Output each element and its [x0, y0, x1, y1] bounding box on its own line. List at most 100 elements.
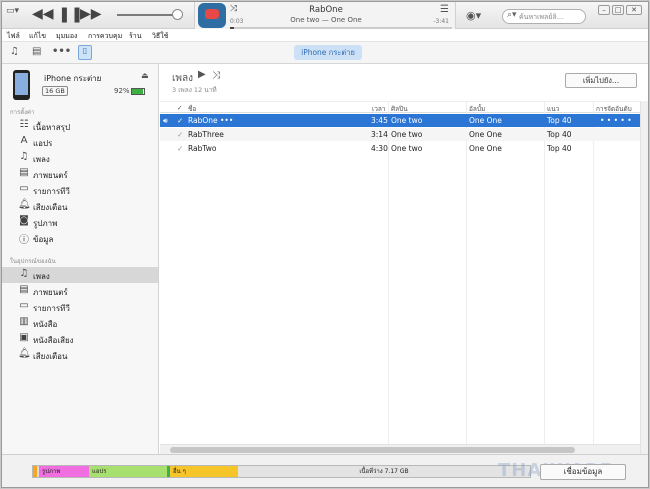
player-bar: ▭▾ ◀◀ ❚❚ ▶▶ ⤨ RabOne One two — One One 0…: [2, 2, 648, 29]
battery-icon: [131, 88, 145, 95]
menu-controls[interactable]: การควบคุม: [88, 31, 122, 42]
col-genre[interactable]: แนว: [547, 104, 559, 114]
menu-store[interactable]: ร้าน: [129, 31, 141, 42]
play-icon[interactable]: ▶: [198, 69, 206, 80]
speaker-icon: 🔊︎: [163, 116, 168, 125]
film-icon: ▤: [19, 167, 29, 178]
sidebar-item-summary[interactable]: ☷ เนื้อหาสรุป: [2, 118, 158, 134]
fast-forward-icon[interactable]: ▶▶: [80, 7, 102, 21]
col-time[interactable]: เวลา: [372, 104, 386, 114]
horizontal-scrollbar[interactable]: [160, 444, 640, 454]
page-subtitle: 3 เพลง 12 นาที: [172, 86, 217, 94]
page-title: เพลง: [172, 73, 194, 84]
remaining-time: -3:41: [433, 18, 449, 25]
more-icon[interactable]: •••: [220, 116, 233, 125]
cell-genre: Top 40: [547, 116, 572, 125]
volume-knob[interactable]: [172, 9, 183, 20]
capacity-segment-photos: รูปภาพ: [39, 466, 89, 477]
sidebar-item-device-tv[interactable]: ▭ รายการทีวี: [2, 299, 158, 315]
row-check-icon[interactable]: ✓: [177, 116, 183, 125]
battery-fill: [132, 89, 144, 94]
sidebar-item-tones[interactable]: 🔔︎ เสียงเตือน: [2, 198, 158, 214]
menu-edit[interactable]: แก้ไข: [29, 31, 46, 42]
col-check-icon[interactable]: ✓: [177, 104, 182, 112]
apps-icon: A: [20, 135, 28, 146]
cell-rating[interactable]: • • • • •: [600, 116, 632, 125]
table-row[interactable]: 🔊︎ ✓ RabOne ••• 3:45 One two One One Top…: [160, 114, 640, 127]
more-icon[interactable]: •••: [52, 46, 71, 57]
menu-bar: ไฟล์ แก้ไข มุมมอง การควบคุม ร้าน วิธีใช้: [2, 29, 648, 42]
main-panel: เพลง ▶ ⤨ 3 เพลง 12 นาที เพิ่มไปยัง... ✓ …: [160, 64, 648, 456]
sidebar-item-label: ภาพยนตร์: [33, 171, 68, 180]
table-row[interactable]: ✓ RabTwo 4:30 One two One One Top 40: [160, 142, 640, 155]
col-rating[interactable]: การจัดอันดับ: [596, 104, 632, 114]
summary-icon: ☷: [19, 119, 29, 130]
sidebar-item-photos[interactable]: ◙ รูปภาพ: [2, 214, 158, 230]
minimize-button[interactable]: –: [598, 5, 610, 15]
search-placeholder: ค้นหาเพลย์ลิ...: [519, 13, 564, 21]
sidebar-item-music[interactable]: ♫ เพลง: [2, 150, 158, 166]
volume-slider[interactable]: [117, 14, 177, 16]
sidebar-item-device-audiobooks[interactable]: ▣ หนังสือเสียง: [2, 331, 158, 347]
device-icon[interactable]: ▯: [78, 45, 92, 60]
bell-icon: 🔔︎: [18, 199, 31, 210]
capacity-badge: 16 GB: [42, 86, 68, 96]
iphone-icon: [13, 70, 30, 100]
menu-view[interactable]: มุมมอง: [56, 31, 77, 42]
col-album[interactable]: อัลบั้ม: [469, 104, 485, 114]
sidebar-item-label: หนังสือเสียง: [33, 336, 74, 345]
sidebar-item-info[interactable]: ⓘ ข้อมูล: [2, 230, 158, 246]
elapsed-time: 0:03: [230, 18, 244, 25]
rewind-icon[interactable]: ◀◀: [32, 7, 54, 21]
cell-artist: One two: [391, 116, 423, 125]
sync-button[interactable]: เชื่อมข้อมูล: [540, 464, 626, 480]
cell-genre: Top 40: [547, 144, 572, 153]
cell-album: One One: [469, 144, 502, 153]
up-next-list-icon[interactable]: ☰: [440, 4, 449, 15]
cell-genre: Top 40: [547, 130, 572, 139]
table-row[interactable]: ✓ RabThree 3:14 One two One One Top 40: [160, 128, 640, 141]
sidebar-item-movies[interactable]: ▤ ภาพยนตร์: [2, 166, 158, 182]
capacity-segment-audio: [33, 466, 37, 477]
search-icon: ⌕▾: [507, 10, 517, 20]
sidebar-item-label: ข้อมูล: [33, 235, 54, 244]
sidebar-item-device-books[interactable]: ▥ หนังสือ: [2, 315, 158, 331]
row-check-icon[interactable]: ✓: [177, 130, 183, 139]
cell-time: 4:30: [371, 144, 388, 153]
scroll-thumb[interactable]: [170, 447, 575, 453]
add-to-button[interactable]: เพิ่มไปยัง...: [565, 73, 637, 88]
device-tab[interactable]: iPhone กระต่าย: [294, 45, 362, 60]
camera-icon: ◙: [19, 215, 29, 226]
music-icon[interactable]: ♫: [10, 46, 19, 57]
music-icon: ♫: [19, 151, 29, 162]
sidebar-item-label: แอปร: [33, 139, 53, 148]
cell-name: RabTwo: [188, 144, 217, 153]
window-menu-icon[interactable]: ▭▾: [6, 6, 20, 16]
menu-file[interactable]: ไฟล์: [7, 31, 20, 42]
sidebar-item-label: เสียงเตือน: [33, 352, 68, 361]
account-icon[interactable]: ◉▾: [466, 9, 481, 22]
film-icon[interactable]: ▤: [32, 46, 41, 57]
search-input[interactable]: ⌕▾ ค้นหาเพลย์ลิ...: [502, 9, 586, 24]
sidebar-item-apps[interactable]: A แอปร: [2, 134, 158, 150]
row-check-icon[interactable]: ✓: [177, 144, 183, 153]
vertical-scrollbar[interactable]: [640, 101, 648, 454]
cell-artist: One two: [391, 130, 423, 139]
col-artist[interactable]: ศิลปิน: [391, 104, 408, 114]
sidebar-item-device-music[interactable]: ♫ เพลง: [2, 267, 158, 283]
menu-help[interactable]: วิธีใช้: [152, 31, 168, 42]
sidebar-item-label: เพลง: [33, 155, 50, 164]
eject-icon[interactable]: ⏏: [141, 71, 149, 80]
maximize-button[interactable]: □: [612, 5, 624, 15]
cell-name: RabOne: [188, 116, 218, 125]
sidebar-item-device-movies[interactable]: ▤ ภาพยนตร์: [2, 283, 158, 299]
sidebar: iPhone กระต่าย ⏏ 16 GB 92% การตั้งค่า ☷ เ…: [2, 64, 159, 454]
cell-artist: One two: [391, 144, 423, 153]
sidebar-item-device-tones[interactable]: 🔔︎ เสียงเตือน: [2, 347, 158, 363]
shuffle-icon[interactable]: ⤨: [212, 70, 220, 81]
toolbar: ♫ ▤ ••• ▯ iPhone กระต่าย: [2, 42, 648, 64]
col-name[interactable]: ชื่อ: [188, 104, 196, 114]
close-button[interactable]: ✕: [626, 5, 642, 15]
music-icon: ♫: [19, 268, 29, 279]
sidebar-item-tv[interactable]: ▭ รายการทีวี: [2, 182, 158, 198]
